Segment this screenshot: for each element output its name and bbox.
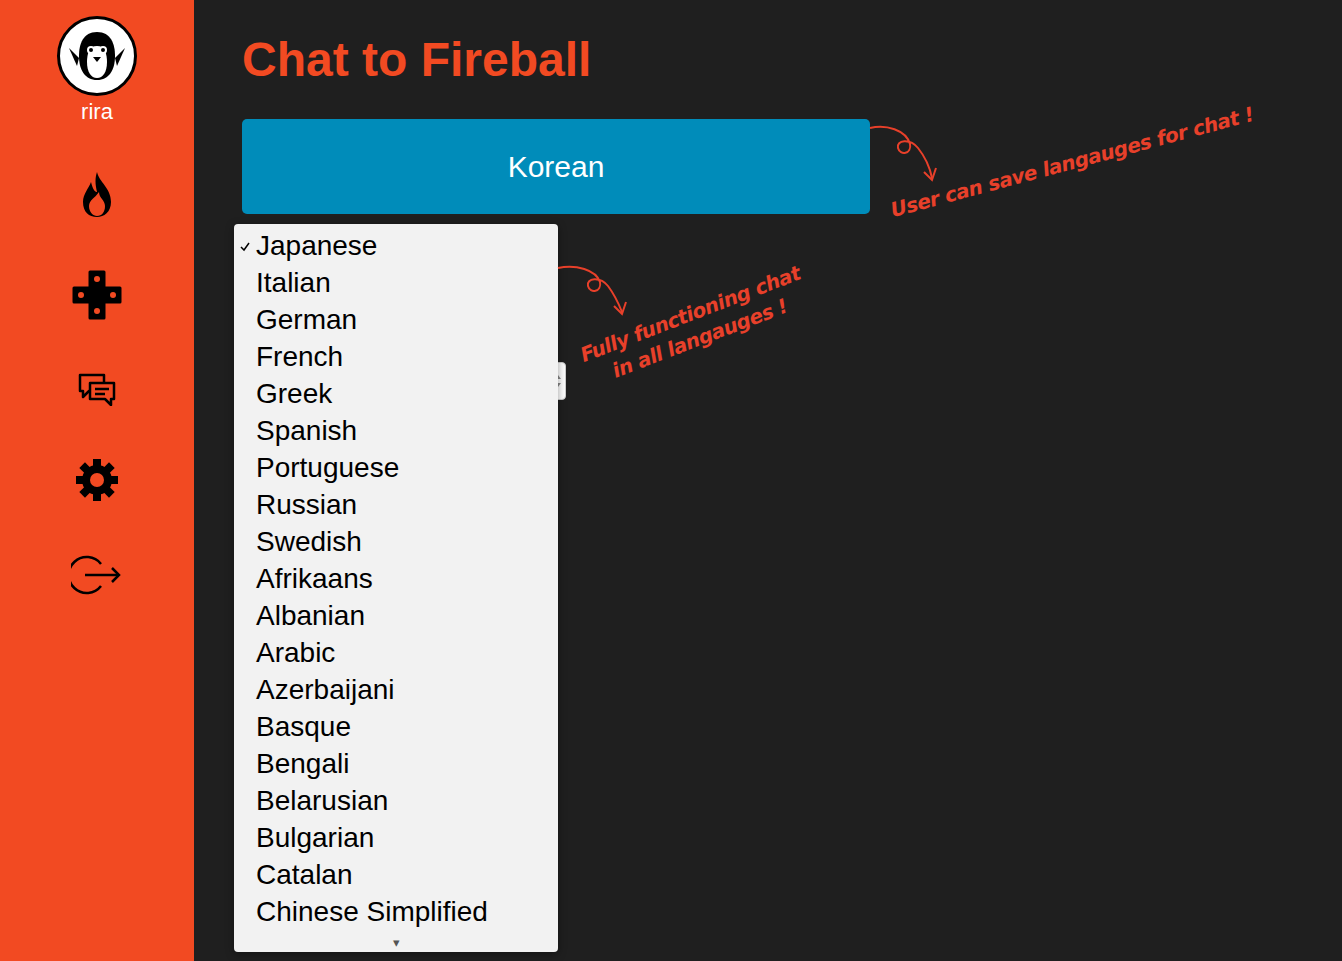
option-label: Afrikaans bbox=[256, 560, 373, 597]
language-option[interactable]: Afrikaans bbox=[234, 560, 558, 597]
language-option[interactable]: French bbox=[234, 338, 558, 375]
language-option[interactable]: Russian bbox=[234, 486, 558, 523]
gear-icon[interactable] bbox=[75, 458, 119, 502]
language-option[interactable]: Azerbaijani bbox=[234, 671, 558, 708]
option-label: French bbox=[256, 338, 343, 375]
user-name: rira bbox=[81, 98, 113, 126]
language-option[interactable]: Swedish bbox=[234, 523, 558, 560]
chat-icon[interactable] bbox=[77, 372, 117, 406]
option-label: Italian bbox=[256, 264, 331, 301]
gamepad-icon[interactable] bbox=[72, 270, 122, 320]
option-label: German bbox=[256, 301, 357, 338]
language-option[interactable]: German bbox=[234, 301, 558, 338]
arrow-icon bbox=[866, 120, 946, 190]
option-label: Swedish bbox=[256, 523, 362, 560]
penguin-icon bbox=[67, 26, 127, 86]
logout-icon[interactable] bbox=[71, 554, 123, 596]
language-option[interactable]: Chinese Simplified bbox=[234, 893, 558, 930]
user-avatar[interactable] bbox=[57, 16, 137, 96]
language-option[interactable]: Catalan bbox=[234, 856, 558, 893]
language-option[interactable]: Spanish bbox=[234, 412, 558, 449]
saved-language-button[interactable]: Korean bbox=[242, 119, 870, 214]
language-option[interactable]: Bulgarian bbox=[234, 819, 558, 856]
language-option[interactable]: Greek bbox=[234, 375, 558, 412]
option-label: Chinese Simplified bbox=[256, 893, 488, 930]
sidebar: rira bbox=[0, 0, 194, 961]
option-label: Greek bbox=[256, 375, 332, 412]
language-option[interactable]: Italian bbox=[234, 264, 558, 301]
language-option[interactable]: Belarusian bbox=[234, 782, 558, 819]
option-label: Basque bbox=[256, 708, 351, 745]
option-label: Azerbaijani bbox=[256, 671, 395, 708]
scroll-down-indicator[interactable]: ▾ bbox=[234, 936, 558, 950]
language-option[interactable]: Bengali bbox=[234, 745, 558, 782]
language-option[interactable]: Portuguese bbox=[234, 449, 558, 486]
option-label: Belarusian bbox=[256, 782, 388, 819]
fire-icon[interactable] bbox=[77, 170, 117, 218]
language-option[interactable]: Albanian bbox=[234, 597, 558, 634]
page-title: Chat to Fireball bbox=[242, 30, 1342, 90]
language-option[interactable]: Arabic bbox=[234, 634, 558, 671]
language-dropdown[interactable]: JapaneseItalianGermanFrenchGreekSpanishP… bbox=[234, 224, 558, 952]
option-label: Bengali bbox=[256, 745, 349, 782]
option-label: Japanese bbox=[256, 227, 377, 264]
option-label: Arabic bbox=[256, 634, 335, 671]
option-label: Portuguese bbox=[256, 449, 399, 486]
option-label: Bulgarian bbox=[256, 819, 374, 856]
arrow-icon bbox=[556, 262, 636, 322]
language-option[interactable]: Basque bbox=[234, 708, 558, 745]
option-label: Spanish bbox=[256, 412, 357, 449]
option-label: Catalan bbox=[256, 856, 353, 893]
option-label: Russian bbox=[256, 486, 357, 523]
checkmark-icon bbox=[240, 242, 250, 252]
option-label: Albanian bbox=[256, 597, 365, 634]
language-option[interactable]: Japanese bbox=[234, 227, 558, 264]
